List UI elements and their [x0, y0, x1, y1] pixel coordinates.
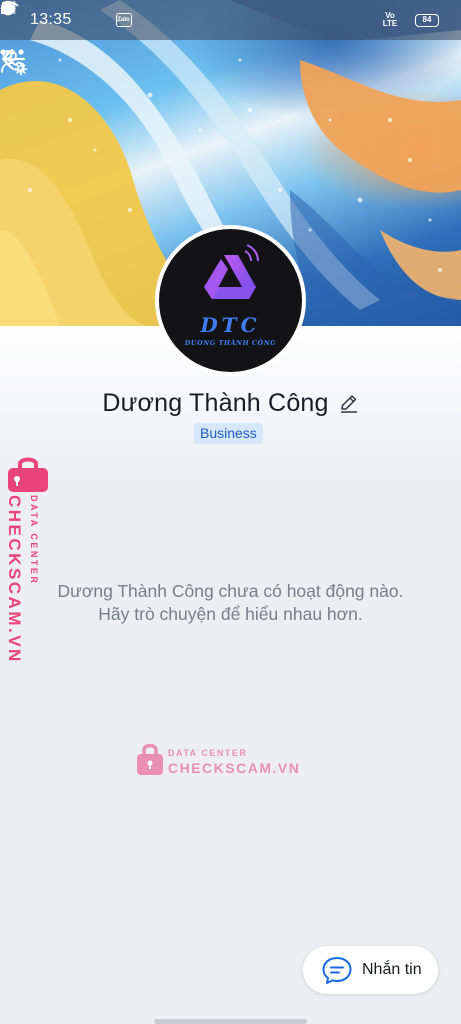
lock-watermark-icon — [137, 743, 163, 775]
avatar-logo-text: DTC — [200, 313, 261, 337]
business-badge[interactable]: Business — [194, 423, 263, 444]
volte-icon: Vo LTE — [382, 11, 398, 28]
avatar[interactable]: DTC DUONG THÀNH CÔNG — [155, 225, 306, 376]
message-button-label: Nhắn tin — [362, 961, 422, 978]
status-time: 13:35 — [30, 11, 72, 28]
message-button[interactable]: Nhắn tin — [303, 946, 438, 994]
status-bar: 13:35 Zalo Vo LTE 84 — [0, 0, 461, 40]
watermark-tagline: DATA CENTER — [29, 495, 39, 586]
profile-toolbar — [0, 48, 461, 98]
watermark-side: CHECKSCAM.VN DATA CENTER — [4, 455, 50, 664]
avatar-logo: DTC DUONG THÀNH CÔNG — [159, 229, 302, 372]
dtc-logo-icon — [204, 244, 259, 299]
lock-watermark-icon — [8, 457, 48, 492]
profile-name: Dương Thành Công — [102, 388, 329, 417]
zalo-icon: Zalo — [115, 13, 132, 27]
empty-feed-message: Dương Thành Công chưa có hoạt động nào. … — [57, 581, 404, 624]
home-indicator[interactable] — [154, 1019, 307, 1024]
battery-icon: 84 — [415, 13, 439, 27]
profile-name-row: Dương Thành Công — [0, 386, 461, 420]
watermark-vertical-text: CHECKSCAM.VN DATA CENTER — [4, 495, 50, 664]
watermark-center-tagline: DATA CENTER — [168, 748, 248, 758]
edit-name-icon[interactable] — [339, 393, 359, 413]
watermark-center: DATA CENTER CHECKSCAM.VN — [136, 742, 299, 778]
chat-bubble-icon — [321, 955, 353, 985]
watermark-brand: CHECKSCAM.VN — [5, 495, 24, 664]
watermark-center-brand: CHECKSCAM.VN — [168, 760, 301, 776]
avatar-logo-subtext: DUONG THÀNH CÔNG — [184, 339, 277, 347]
